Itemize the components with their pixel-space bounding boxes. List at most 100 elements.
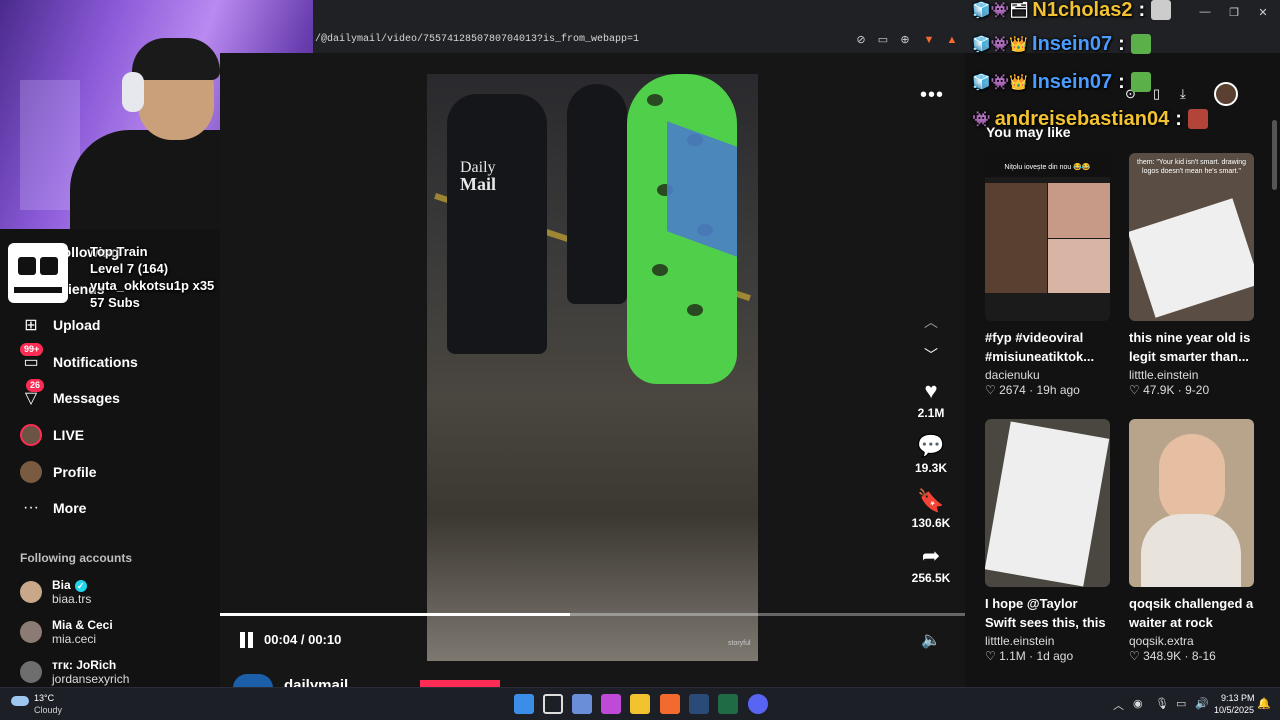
account-name: Bia xyxy=(52,578,71,592)
playback-time: 00:04 / 00:10 xyxy=(264,632,342,647)
comment-action[interactable]: 💬 19.3K xyxy=(905,433,957,475)
thumbnail-caption: them: "Your kid isn't smart. drawing log… xyxy=(1137,159,1246,175)
device-icon[interactable]: ▯ xyxy=(1153,86,1160,102)
excel-icon[interactable] xyxy=(718,694,738,714)
sidebar-item-messages[interactable]: ▽ 26 Messages xyxy=(20,379,120,413)
video-thumbnail xyxy=(985,419,1110,587)
logo-line-2: Mail xyxy=(460,174,496,194)
sidebar-item-notifications[interactable]: ▭ 99+ Notifications xyxy=(20,343,138,377)
start-icon[interactable] xyxy=(514,694,534,714)
heart-outline-icon: ♡ xyxy=(1129,383,1144,397)
chat-message: 🧊👾👑 Insein07 : xyxy=(972,69,1151,95)
chat-username: N1cholas2 xyxy=(1032,0,1133,21)
avatar xyxy=(20,581,42,603)
no-autoplay-icon[interactable]: ⊘ xyxy=(854,33,868,47)
scrollbar[interactable] xyxy=(1272,120,1277,190)
user-avatar[interactable] xyxy=(1214,82,1238,106)
more-options-button[interactable]: ••• xyxy=(920,84,944,107)
clock-date[interactable]: 10/5/2025 xyxy=(1214,705,1254,715)
maximize-button[interactable]: ❐ xyxy=(1224,6,1244,22)
following-account[interactable]: тгк: JoRich jordansexyrich xyxy=(20,654,129,690)
notification-center-icon[interactable]: 🔔 xyxy=(1257,697,1271,710)
widgets-icon[interactable] xyxy=(572,694,592,714)
video-card[interactable]: qoqsik challenged a waiter at rock pape.… xyxy=(1129,419,1254,663)
verified-icon: ✓ xyxy=(74,580,87,592)
progress-fill xyxy=(220,613,570,616)
volume-tray-icon[interactable]: 🔊 xyxy=(1195,697,1209,710)
brave-rewards-icon[interactable]: ▲ xyxy=(945,33,959,47)
daily-mail-logo: Daily Mail xyxy=(460,160,496,194)
volume-icon[interactable]: 🔈 xyxy=(921,630,943,650)
storyful-watermark: storyful xyxy=(728,640,751,647)
sidebar-item-label: Messages xyxy=(53,390,120,406)
pip-icon[interactable]: ▭ xyxy=(876,33,890,47)
minimize-button[interactable]: — xyxy=(1195,6,1215,22)
discord-icon[interactable] xyxy=(748,694,768,714)
save-action[interactable]: 🔖 130.6K xyxy=(905,488,957,530)
file-explorer-icon[interactable] xyxy=(630,694,650,714)
sidebar-item-profile[interactable]: Profile xyxy=(20,457,97,487)
account-handle: mia.ceci xyxy=(52,632,97,646)
clock-time[interactable]: 9:13 PM xyxy=(1221,693,1255,703)
train-title: Top Train xyxy=(90,244,148,259)
card-author: litttle.einstein xyxy=(1129,368,1199,382)
sidebar-item-upload[interactable]: ⊞ Upload xyxy=(20,310,100,340)
like-action[interactable]: ♥ 2.1M xyxy=(905,378,957,420)
steam-icon[interactable] xyxy=(689,694,709,714)
card-likes: 1.1M xyxy=(999,649,1026,663)
video-thumbnail xyxy=(1129,419,1254,587)
sidebar-item-label: More xyxy=(53,500,87,516)
train-level: Level 7 (164) xyxy=(90,261,169,276)
heart-outline-icon: ♡ xyxy=(1129,649,1144,663)
chat-username: andreisebastian04 xyxy=(994,107,1170,130)
video-card[interactable]: Nițolu iovește din nou 😂😂 #fyp #videovir… xyxy=(985,153,1110,397)
like-count: 2.1M xyxy=(917,406,945,420)
zoom-icon[interactable]: ⊕ xyxy=(898,33,912,47)
video-thumbnail: them: "Your kid isn't smart. drawing log… xyxy=(1129,153,1254,321)
chat-username: Insein07 xyxy=(1032,32,1113,55)
chat-emote xyxy=(1130,72,1151,92)
video-card[interactable]: I hope @Taylor Swift sees this, this was… xyxy=(985,419,1110,663)
tray-overflow-icon[interactable]: ︿ xyxy=(1113,697,1124,713)
brave-shield-icon[interactable]: ▼ xyxy=(922,33,936,47)
author-avatar[interactable] xyxy=(233,674,273,688)
chat-emote xyxy=(1187,109,1208,129)
chat-username: Insein07 xyxy=(1032,70,1113,93)
download-icon[interactable]: ⤓ xyxy=(1180,86,1186,102)
weather-description[interactable]: Cloudy xyxy=(34,705,62,715)
train-icon xyxy=(8,243,68,303)
share-count: 256.5K xyxy=(911,571,951,585)
sidebar-item-more[interactable]: ··· More xyxy=(20,493,86,523)
sidebar-item-live[interactable]: LIVE xyxy=(20,420,84,450)
video-thumbnail: Nițolu iovește din nou 😂😂 xyxy=(985,153,1110,321)
sidebar-item-label: Profile xyxy=(53,464,97,480)
share-icon: ➦ xyxy=(921,543,941,568)
train-subs: 57 Subs xyxy=(90,295,140,310)
pause-button[interactable] xyxy=(238,632,254,648)
video-card[interactable]: them: "Your kid isn't smart. drawing log… xyxy=(1129,153,1254,397)
train-user: yuta_okkotsu1p x35 xyxy=(90,278,215,293)
network-icon[interactable]: ▭ xyxy=(1176,697,1186,710)
account-handle: biaa.trs xyxy=(52,592,92,606)
chat-badges-icon: 🧊👾👑 xyxy=(972,36,1029,53)
following-account[interactable]: Mia & Ceci mia.ceci xyxy=(20,614,113,650)
tray-icon[interactable]: ◉ xyxy=(1133,697,1143,710)
chat-badges-icon: 👾 xyxy=(972,111,991,128)
weather-temperature[interactable]: 13°C xyxy=(34,693,54,703)
microphone-icon[interactable]: 🎙 xyxy=(1155,697,1169,710)
comment-count: 19.3K xyxy=(914,461,948,475)
following-account[interactable]: Bia ✓ biaa.trs xyxy=(20,574,91,610)
close-button[interactable]: ✕ xyxy=(1253,6,1273,22)
address-bar[interactable]: /@dailymail/video/7557412850780704013?is… xyxy=(313,28,968,52)
brave-browser-icon[interactable] xyxy=(660,694,680,714)
previous-video-icon[interactable]: ︿ xyxy=(922,312,940,330)
next-video-icon[interactable]: ﹀ xyxy=(922,345,940,363)
card-title: this nine year old is legit smarter than… xyxy=(1129,330,1251,364)
copilot-icon[interactable] xyxy=(601,694,621,714)
share-action[interactable]: ➦ 256.5K xyxy=(905,543,957,585)
more-icon: ··· xyxy=(23,499,39,516)
chat-badges-icon: 🧊👾🗂 xyxy=(972,2,1029,19)
profile-icon xyxy=(20,461,42,483)
sidebar-item-label: Upload xyxy=(53,317,101,333)
task-view-icon[interactable] xyxy=(543,694,563,714)
